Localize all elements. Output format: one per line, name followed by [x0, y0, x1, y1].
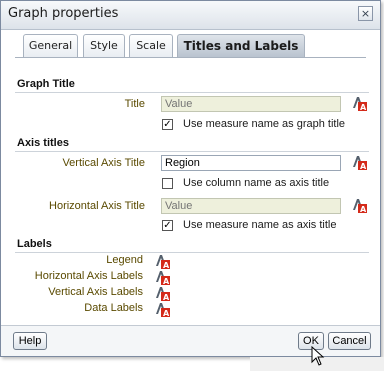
vertical-axis-title-input[interactable]	[161, 155, 341, 171]
format-vertical-axis-labels-icon[interactable]: A	[154, 285, 170, 301]
section-divider	[15, 252, 369, 253]
format-legend-icon[interactable]: A	[154, 253, 170, 269]
dialog-titlebar[interactable]: Graph properties ×	[1, 1, 380, 30]
data-labels-label: Data Labels	[84, 302, 143, 314]
horizontal-axis-title-label: Horizontal Axis Title	[49, 200, 145, 212]
svg-text:A: A	[163, 277, 170, 285]
close-icon: ×	[360, 7, 371, 20]
section-heading-labels: Labels	[17, 238, 52, 250]
section-divider	[15, 92, 369, 93]
horizontal-axis-labels-label: Horizontal Axis Labels	[34, 270, 143, 282]
use-measure-axis-checkbox[interactable]: ✓	[162, 220, 173, 231]
graph-properties-dialog: Graph properties × General Style Scale T…	[0, 0, 381, 357]
mouse-pointer-icon	[311, 346, 325, 366]
use-column-name-label: Use column name as axis title	[183, 177, 330, 189]
use-measure-title-label: Use measure name as graph title	[183, 118, 346, 130]
vertical-axis-labels-label: Vertical Axis Labels	[48, 286, 143, 298]
tab-scale[interactable]: Scale	[129, 34, 173, 57]
format-vertical-axis-title-icon[interactable]: A	[351, 154, 367, 170]
format-horizontal-axis-labels-icon[interactable]: A	[154, 269, 170, 285]
legend-label: Legend	[106, 254, 143, 266]
tab-divider	[15, 57, 366, 58]
graph-title-input[interactable]	[161, 96, 341, 112]
help-button[interactable]: Help	[13, 332, 47, 350]
svg-text:A: A	[163, 293, 170, 301]
format-data-labels-icon[interactable]: A	[154, 301, 170, 317]
cancel-button[interactable]: Cancel	[328, 332, 371, 350]
tab-titles-and-labels[interactable]: Titles and Labels	[177, 34, 305, 57]
tab-style[interactable]: Style	[83, 34, 125, 57]
tab-general[interactable]: General	[23, 34, 78, 57]
section-heading-axis-titles: Axis titles	[17, 137, 69, 149]
format-horizontal-axis-title-icon[interactable]: A	[351, 197, 367, 213]
svg-text:A: A	[360, 103, 367, 111]
format-title-icon[interactable]: A	[351, 95, 367, 111]
section-divider	[15, 151, 369, 152]
title-label: Title	[124, 98, 145, 110]
svg-text:A: A	[360, 162, 367, 170]
svg-text:A: A	[163, 309, 170, 317]
use-measure-title-checkbox[interactable]: ✓	[162, 119, 173, 130]
close-button[interactable]: ×	[358, 6, 373, 21]
dialog-title: Graph properties	[8, 6, 119, 21]
vertical-axis-title-label: Vertical Axis Title	[62, 157, 145, 169]
horizontal-axis-title-input[interactable]	[161, 198, 341, 214]
svg-text:A: A	[360, 205, 367, 213]
use-column-name-checkbox[interactable]	[162, 178, 173, 189]
use-measure-axis-label: Use measure name as axis title	[183, 219, 337, 231]
section-heading-graph-title: Graph Title	[17, 78, 75, 90]
svg-text:A: A	[163, 261, 170, 269]
